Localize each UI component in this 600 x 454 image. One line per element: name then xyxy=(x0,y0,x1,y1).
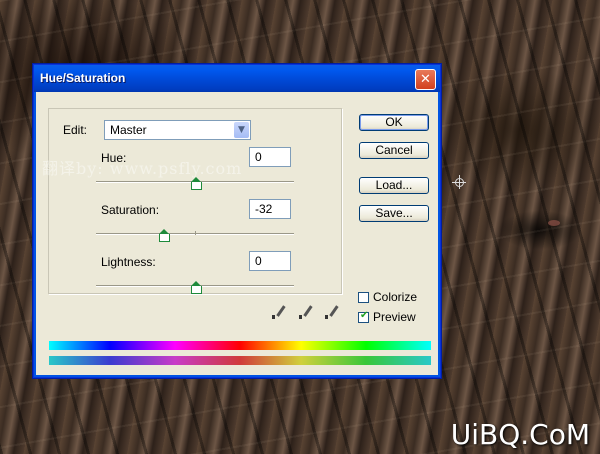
eyedropper-minus-icon[interactable] xyxy=(323,304,339,320)
brand-logo-text: UiBQ.CoM xyxy=(450,418,590,451)
cancel-button[interactable]: Cancel xyxy=(359,142,429,159)
close-icon[interactable]: ✕ xyxy=(415,69,436,90)
window-title: Hue/Saturation xyxy=(40,71,126,85)
edit-dropdown-value: Master xyxy=(110,123,147,137)
crosshair-cursor-icon xyxy=(452,175,466,189)
output-hue-spectrum-bar xyxy=(49,356,431,365)
lightness-input[interactable]: 0 xyxy=(249,251,291,271)
saturation-input[interactable]: -32 xyxy=(249,199,291,219)
lightness-label: Lightness: xyxy=(101,255,156,269)
saturation-center-tick xyxy=(195,231,196,235)
watermark-text: 翻译by: www.psfly.com xyxy=(42,159,243,178)
saturation-slider-thumb[interactable] xyxy=(159,229,170,243)
eyedropper-plus-icon[interactable] xyxy=(297,304,313,320)
adjustment-group: Edit: Master ▼ Hue: 0 Saturation: -32 Li… xyxy=(48,108,342,294)
checkmark-icon: ✔ xyxy=(360,310,369,321)
bark-eye-detail xyxy=(548,220,560,226)
saturation-label: Saturation: xyxy=(101,203,160,217)
edit-label: Edit: xyxy=(63,123,88,137)
dialog-body: Edit: Master ▼ Hue: 0 Saturation: -32 Li… xyxy=(37,92,437,374)
colorize-label: Colorize xyxy=(373,290,418,304)
lightness-slider-thumb[interactable] xyxy=(191,281,202,295)
chevron-down-icon[interactable]: ▼ xyxy=(234,122,249,138)
preview-checkbox[interactable]: ✔ xyxy=(358,310,369,323)
load-button[interactable]: Load... xyxy=(359,177,429,194)
title-bar[interactable]: Hue/Saturation ✕ xyxy=(34,65,440,92)
hue-input[interactable]: 0 xyxy=(249,147,291,167)
ok-button[interactable]: OK xyxy=(359,114,429,131)
preview-label: Preview xyxy=(373,310,416,324)
hue-saturation-dialog: Hue/Saturation ✕ Edit: Master ▼ Hue: 0 S… xyxy=(33,64,441,378)
input-hue-spectrum-bar xyxy=(49,341,431,350)
edit-dropdown[interactable]: Master ▼ xyxy=(104,120,251,140)
eyedropper-icon[interactable] xyxy=(270,304,286,320)
save-button[interactable]: Save... xyxy=(359,205,429,222)
colorize-checkbox[interactable] xyxy=(358,292,369,303)
hue-slider-thumb[interactable] xyxy=(191,177,202,191)
